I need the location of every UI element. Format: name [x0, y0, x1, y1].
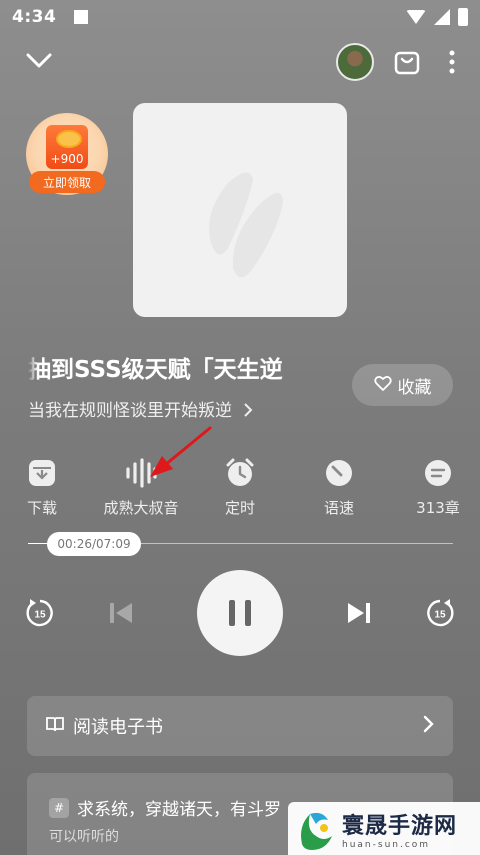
- recommendation-subtitle: 可以听听的: [49, 829, 119, 845]
- rewind-15-icon: 15: [26, 599, 53, 627]
- skip-previous-icon: [110, 603, 132, 623]
- shopping-bag-icon[interactable]: [391, 46, 423, 78]
- forward-15-icon: 15: [427, 599, 454, 627]
- progress-thumb[interactable]: 00:26/07:09: [47, 532, 141, 556]
- next-track-button[interactable]: [342, 597, 376, 629]
- download-button[interactable]: 下载: [0, 455, 84, 518]
- wifi-icon: [406, 10, 426, 24]
- voice-select-button[interactable]: 成熟大叔音: [99, 455, 183, 518]
- read-ebook-button[interactable]: 阅读电子书: [27, 696, 453, 756]
- claim-reward-button[interactable]: 立即领取: [29, 171, 105, 193]
- chapter-list-icon: [396, 455, 480, 491]
- forward-seconds: 15: [434, 610, 446, 621]
- reward-amount: +900: [50, 152, 84, 166]
- status-time: 4:34: [12, 7, 57, 27]
- chapter-list-button[interactable]: 313章: [396, 455, 480, 518]
- time-display: 00:26/07:09: [57, 537, 131, 551]
- playback-controls: 15 15: [0, 570, 480, 660]
- action-row: 下载 成熟大叔音 定时 语速 313章: [0, 455, 480, 525]
- site-watermark: 寰晟手游网 huan-sun.com: [288, 802, 480, 855]
- more-options-icon[interactable]: [440, 46, 464, 78]
- action-label: 成熟大叔音: [103, 499, 179, 517]
- chevron-right-icon: [238, 401, 253, 421]
- alarm-clock-icon: [198, 455, 282, 491]
- favorite-button[interactable]: 收藏: [352, 364, 453, 406]
- speed-gauge-icon: [297, 455, 381, 491]
- rewind-15-button[interactable]: 15: [22, 595, 58, 631]
- rewind-seconds: 15: [34, 610, 46, 621]
- book-subtitle: 当我在规则怪谈里开始叛逆: [28, 401, 232, 421]
- pause-button[interactable]: [197, 570, 283, 656]
- user-avatar[interactable]: [336, 43, 374, 81]
- action-label: 313章: [416, 499, 460, 517]
- action-label: 定时: [224, 499, 255, 517]
- book-title: 抽到SSS级天赋「天生逆: [28, 357, 283, 383]
- status-bar: 4:34: [0, 0, 480, 34]
- previous-track-button[interactable]: [104, 597, 138, 629]
- forward-15-button[interactable]: 15: [422, 595, 458, 631]
- book-cover: [133, 103, 347, 317]
- skip-next-icon: [348, 603, 370, 623]
- open-book-icon: [45, 715, 65, 738]
- pause-icon: [229, 600, 251, 626]
- battery-icon: [458, 8, 468, 26]
- recommendation-title: 求系统，穿越诸天，有斗罗: [77, 800, 281, 820]
- read-ebook-label: 阅读电子书: [73, 717, 163, 738]
- watermark-domain: huan-sun.com: [342, 839, 431, 850]
- book-subtitle-link[interactable]: 当我在规则怪谈里开始叛逆: [28, 396, 253, 421]
- voice-waveform-icon: [99, 455, 183, 491]
- heart-icon: [373, 375, 392, 396]
- reward-badge[interactable]: +900 立即领取: [26, 113, 108, 195]
- watermark-logo-icon: [301, 812, 332, 850]
- hashtag-icon: #: [49, 797, 69, 818]
- cover-placeholder-icon: [209, 172, 283, 278]
- action-label: 下载: [26, 499, 57, 517]
- chevron-right-icon: [423, 715, 435, 738]
- notification-icon: [74, 10, 89, 24]
- favorite-label: 收藏: [397, 377, 432, 398]
- timer-button[interactable]: 定时: [198, 455, 282, 518]
- action-label: 语速: [323, 499, 354, 517]
- download-icon: [0, 455, 84, 491]
- signal-icon: [434, 9, 450, 25]
- coin-reward-icon: +900: [46, 125, 88, 169]
- watermark-name: 寰晟手游网: [342, 812, 458, 839]
- collapse-chevron-icon[interactable]: [22, 46, 56, 76]
- speed-button[interactable]: 语速: [297, 455, 381, 518]
